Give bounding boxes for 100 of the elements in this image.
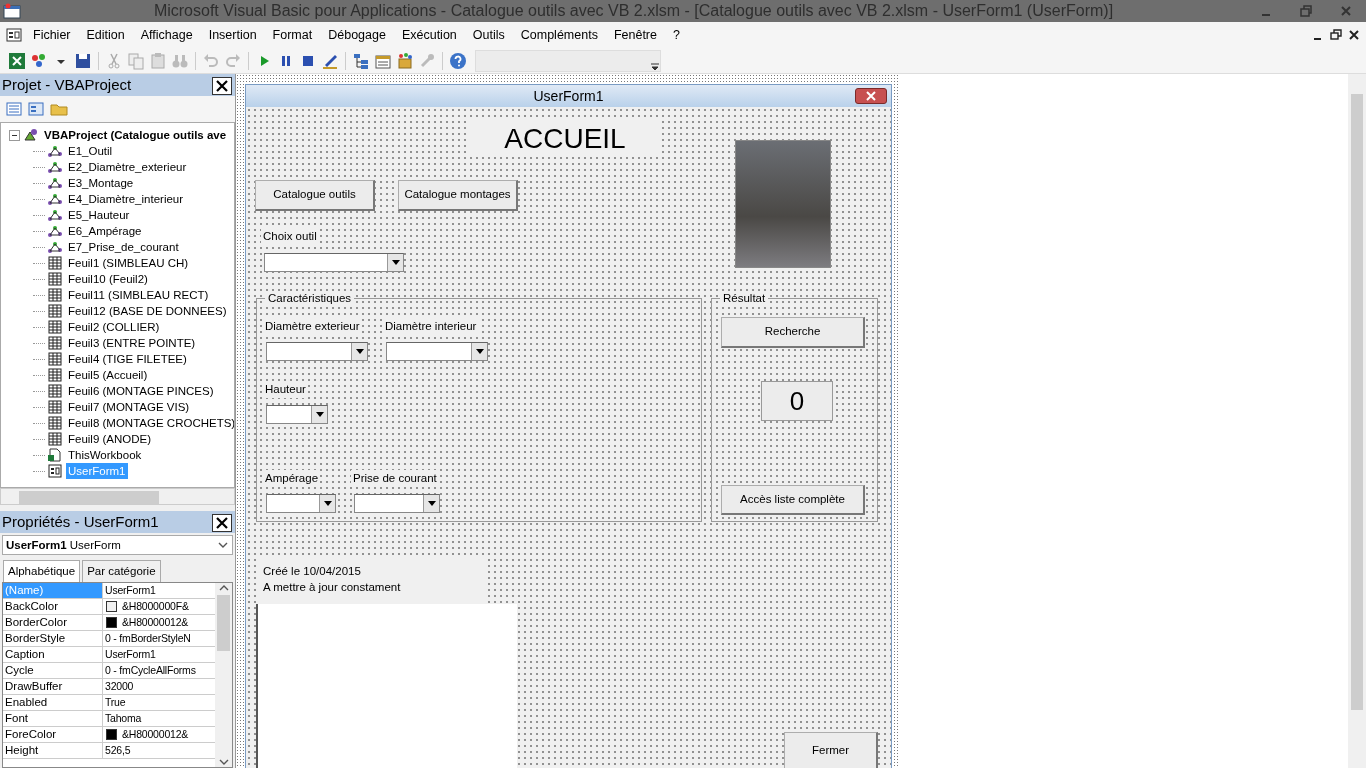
property-value[interactable]: 32000 bbox=[105, 679, 134, 695]
dropdown-field[interactable] bbox=[354, 494, 440, 513]
tree-icon[interactable] bbox=[352, 51, 370, 70]
property-name[interactable]: BorderStyle bbox=[3, 631, 103, 647]
property-name[interactable]: Caption bbox=[3, 647, 103, 663]
close-button[interactable] bbox=[212, 514, 232, 532]
pane-title: Propriétés - UserForm1 bbox=[2, 512, 160, 532]
nodes-icon bbox=[47, 224, 63, 238]
dropdown-field[interactable] bbox=[266, 342, 368, 361]
caret-icon bbox=[427, 501, 436, 506]
scrollbar-thumb[interactable] bbox=[217, 595, 230, 652]
dropdown-field[interactable] bbox=[264, 253, 404, 272]
nav-button[interactable]: Catalogue montages bbox=[398, 180, 518, 211]
close-button[interactable] bbox=[855, 88, 887, 104]
property-value[interactable]: UserForm1 bbox=[105, 647, 156, 663]
menu-item[interactable]: Fenêtre bbox=[605, 23, 665, 47]
tree-item[interactable]: VBAProject (Catalogue outils ave bbox=[42, 127, 229, 143]
property-value[interactable]: 0 - fmBorderStyleN bbox=[105, 631, 191, 647]
property-name[interactable]: Height bbox=[3, 743, 103, 759]
property-value[interactable]: &H80000012& bbox=[122, 727, 189, 743]
property-name[interactable]: Enabled bbox=[3, 695, 103, 711]
close-icon bbox=[216, 80, 228, 92]
help-icon[interactable] bbox=[449, 51, 467, 70]
property-name[interactable]: Cycle bbox=[3, 663, 103, 679]
property-name[interactable]: DrawBuffer bbox=[3, 679, 103, 695]
tree-item[interactable]: Feuil5 (Accueil) bbox=[66, 367, 150, 383]
scrollbar-thumb[interactable] bbox=[19, 490, 159, 504]
form-icon[interactable] bbox=[28, 102, 44, 116]
note-text: Créé le 10/04/2015 bbox=[263, 564, 362, 579]
horizontal-scrollbar[interactable] bbox=[0, 488, 235, 505]
tree-item[interactable]: Feuil12 (BASE DE DONNEES) bbox=[66, 303, 229, 319]
search-button[interactable]: Recherche bbox=[721, 317, 865, 348]
box-icon[interactable] bbox=[396, 51, 414, 70]
property-name[interactable]: BorderColor bbox=[3, 615, 103, 631]
tree-item[interactable]: Feuil4 (TIGE FILETEE) bbox=[66, 351, 189, 367]
shapes-icon[interactable] bbox=[30, 51, 48, 70]
tree-item[interactable]: E7_Prise_de_courant bbox=[66, 239, 181, 255]
grid-icon bbox=[47, 256, 63, 270]
tree-item[interactable]: E5_Hauteur bbox=[66, 207, 132, 223]
save-icon[interactable] bbox=[74, 51, 92, 70]
dropdown-field[interactable] bbox=[386, 342, 488, 361]
menu-item[interactable]: Insertion bbox=[200, 23, 265, 47]
tree-item[interactable]: Feuil8 (MONTAGE CROCHETS) bbox=[66, 415, 234, 431]
property-value[interactable]: 0 - fmCycleAllForms bbox=[105, 663, 196, 679]
nav-button[interactable]: Catalogue outils bbox=[255, 180, 375, 211]
menu-item[interactable]: Exécution bbox=[393, 23, 465, 47]
property-value[interactable]: &H8000000F& bbox=[122, 599, 189, 615]
list-button[interactable]: Accès liste complète bbox=[721, 485, 865, 515]
form-title: UserForm1 bbox=[533, 88, 604, 104]
property-name[interactable]: Font bbox=[3, 711, 103, 727]
menu-item[interactable]: ? bbox=[665, 23, 688, 47]
menu-item[interactable]: Edition bbox=[78, 23, 133, 47]
folder-icon[interactable] bbox=[50, 102, 68, 116]
tree-item[interactable]: Feuil2 (COLLIER) bbox=[66, 319, 162, 335]
vertical-scrollbar[interactable] bbox=[1348, 74, 1366, 768]
menu-item[interactable]: Affichage bbox=[132, 23, 201, 47]
menu-item[interactable]: Compléments bbox=[512, 23, 606, 47]
object-dropdown[interactable]: UserForm1 UserForm bbox=[2, 535, 233, 555]
tree-item[interactable]: Feuil3 (ENTRE POINTE) bbox=[66, 335, 198, 351]
tree-item[interactable]: E4_Diamètre_interieur bbox=[66, 191, 186, 207]
scrollbar-thumb[interactable] bbox=[1351, 94, 1363, 710]
spreadsheet-icon[interactable] bbox=[8, 51, 26, 70]
collapse-icon[interactable] bbox=[9, 129, 20, 141]
vertical-scrollbar[interactable] bbox=[215, 583, 232, 767]
document-icon bbox=[47, 448, 63, 462]
clipboard-icon[interactable] bbox=[149, 51, 167, 70]
field-label: Diamètre exterieur bbox=[263, 318, 362, 336]
tree-item[interactable]: Feuil10 (Feuil2) bbox=[66, 271, 150, 287]
menu-item[interactable]: Fichier bbox=[25, 23, 79, 47]
property-value[interactable]: UserForm1 bbox=[105, 583, 156, 599]
property-value[interactable]: Tahoma bbox=[105, 711, 142, 727]
menu-item[interactable]: Débogage bbox=[320, 23, 394, 47]
tree-item[interactable]: E3_Montage bbox=[66, 175, 136, 191]
form-icon bbox=[6, 28, 22, 42]
caret-icon[interactable] bbox=[650, 60, 660, 71]
dropdown-field[interactable] bbox=[266, 405, 328, 424]
tree-item[interactable]: E1_Outil bbox=[66, 143, 115, 159]
restore-icon[interactable] bbox=[1330, 29, 1342, 41]
tree-item[interactable]: Feuil11 (SIMBLEAU RECT) bbox=[66, 287, 211, 303]
tree-item[interactable]: Feuil1 (SIMBLEAU CH) bbox=[66, 255, 191, 271]
tree-item[interactable]: E6_Ampérage bbox=[66, 223, 144, 239]
property-value[interactable]: True bbox=[105, 695, 126, 711]
property-name[interactable]: BackColor bbox=[3, 599, 103, 615]
tree-item[interactable]: Feuil9 (ANODE) bbox=[66, 431, 154, 447]
tab[interactable]: Alphabétique bbox=[3, 560, 81, 583]
dropdown-field[interactable] bbox=[266, 494, 336, 513]
menu-item[interactable]: Format bbox=[264, 23, 321, 47]
property-value[interactable]: &H80000012& bbox=[122, 615, 189, 631]
close-form-button[interactable]: Fermer bbox=[784, 732, 878, 768]
tree-item[interactable]: ThisWorkbook bbox=[66, 447, 144, 463]
tree-item[interactable]: E2_Diamètre_exterieur bbox=[66, 159, 189, 175]
close-button[interactable] bbox=[212, 77, 232, 95]
tab[interactable]: Par catégorie bbox=[82, 560, 161, 583]
close-icon[interactable] bbox=[1348, 29, 1360, 41]
menu-item[interactable]: Outils bbox=[464, 23, 513, 47]
frame-caption: Caractéristiques bbox=[265, 291, 355, 305]
tree-item[interactable]: Feuil6 (MONTAGE PINCES) bbox=[66, 383, 216, 399]
property-value[interactable]: 526,5 bbox=[105, 743, 131, 759]
tree-item[interactable]: Feuil7 (MONTAGE VIS) bbox=[66, 399, 192, 415]
property-name[interactable]: ForeColor bbox=[3, 727, 103, 743]
